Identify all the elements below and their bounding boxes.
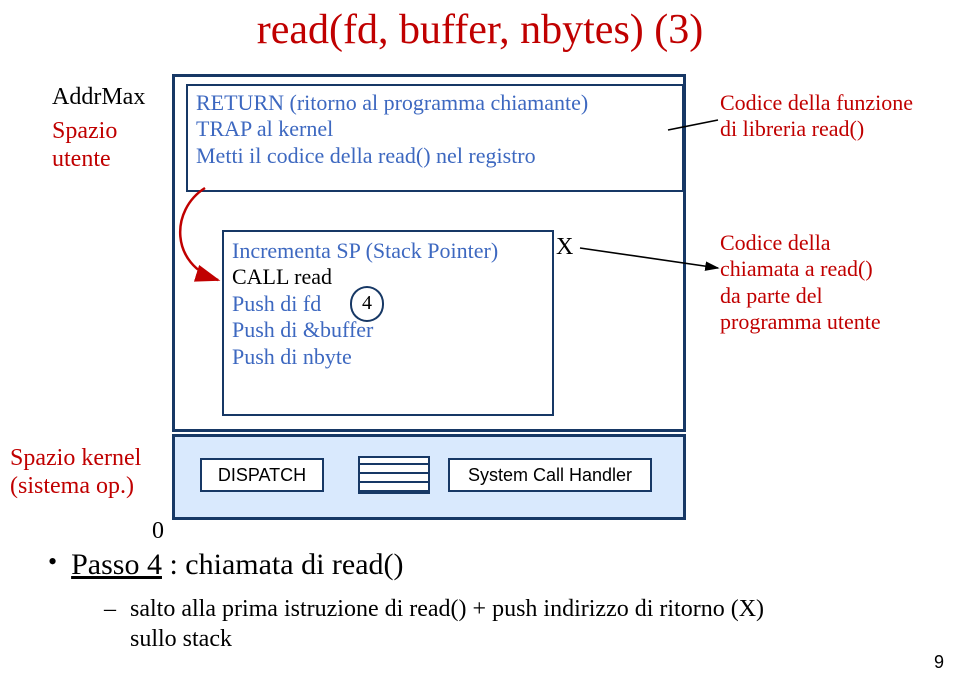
label-addrmax: AddrMax <box>52 84 145 111</box>
anno2-l2: chiamata a read() <box>720 256 881 282</box>
anno2-l4: programma utente <box>720 309 881 335</box>
label-spazio-utente-l1: Spazio <box>52 118 117 146</box>
caller-line-2: CALL read <box>232 264 544 290</box>
label-spazio-kernel-l2: (sistema op.) <box>10 473 141 501</box>
lib-line-2: TRAP al kernel <box>196 116 674 142</box>
label-spazio-kernel: Spazio kernel (sistema op.) <box>10 445 141 500</box>
label-zero: 0 <box>152 518 164 545</box>
caller-line-3: Push di fd <box>232 291 544 317</box>
step4-sub: –salto alla prima istruzione di read() +… <box>104 594 764 654</box>
step4-bullet: • Passo 4 : chiamata di read() <box>48 548 404 582</box>
page-number: 9 <box>934 652 944 673</box>
return-address-x: X <box>556 234 573 261</box>
anno1-l1: Codice della funzione <box>720 90 913 116</box>
caller-line-4: Push di &buffer <box>232 317 544 343</box>
step4-rest: : chiamata di read() <box>162 548 404 581</box>
caller-line-1: Incrementa SP (Stack Pointer) <box>232 238 544 264</box>
page-title: read(fd, buffer, nbytes) (3) <box>0 6 960 54</box>
library-code-box: RETURN (ritorno al programma chiamante) … <box>186 84 684 192</box>
caller-code-box: Incrementa SP (Stack Pointer) CALL read … <box>222 230 554 416</box>
anno2-l1: Codice della <box>720 230 881 256</box>
anno2-l3: da parte del <box>720 283 881 309</box>
label-spazio-utente-l2: utente <box>52 146 117 174</box>
annotation-lib-read: Codice della funzione di libreria read() <box>720 90 913 143</box>
anno1-l2: di libreria read() <box>720 116 913 142</box>
step4-sub-l2: sullo stack <box>130 626 232 652</box>
label-spazio-utente: Spazio utente <box>52 118 117 173</box>
caller-line-5: Push di nbyte <box>232 344 544 370</box>
step4-sub-l1: salto alla prima istruzione di read() + … <box>130 596 764 622</box>
annotation-caller: Codice della chiamata a read() da parte … <box>720 230 881 336</box>
step-bubble-4: 4 <box>350 286 384 322</box>
bullet-dot-icon: • <box>48 547 57 577</box>
dispatch-table-icon <box>358 456 430 494</box>
syscall-handler-box: System Call Handler <box>448 458 652 492</box>
step4-label: Passo 4 <box>71 548 162 581</box>
lib-line-1: RETURN (ritorno al programma chiamante) <box>196 90 674 116</box>
dash-icon: – <box>104 596 116 622</box>
dispatch-box: DISPATCH <box>200 458 324 492</box>
label-spazio-kernel-l1: Spazio kernel <box>10 445 141 473</box>
lib-line-3: Metti il codice della read() nel registr… <box>196 143 674 169</box>
